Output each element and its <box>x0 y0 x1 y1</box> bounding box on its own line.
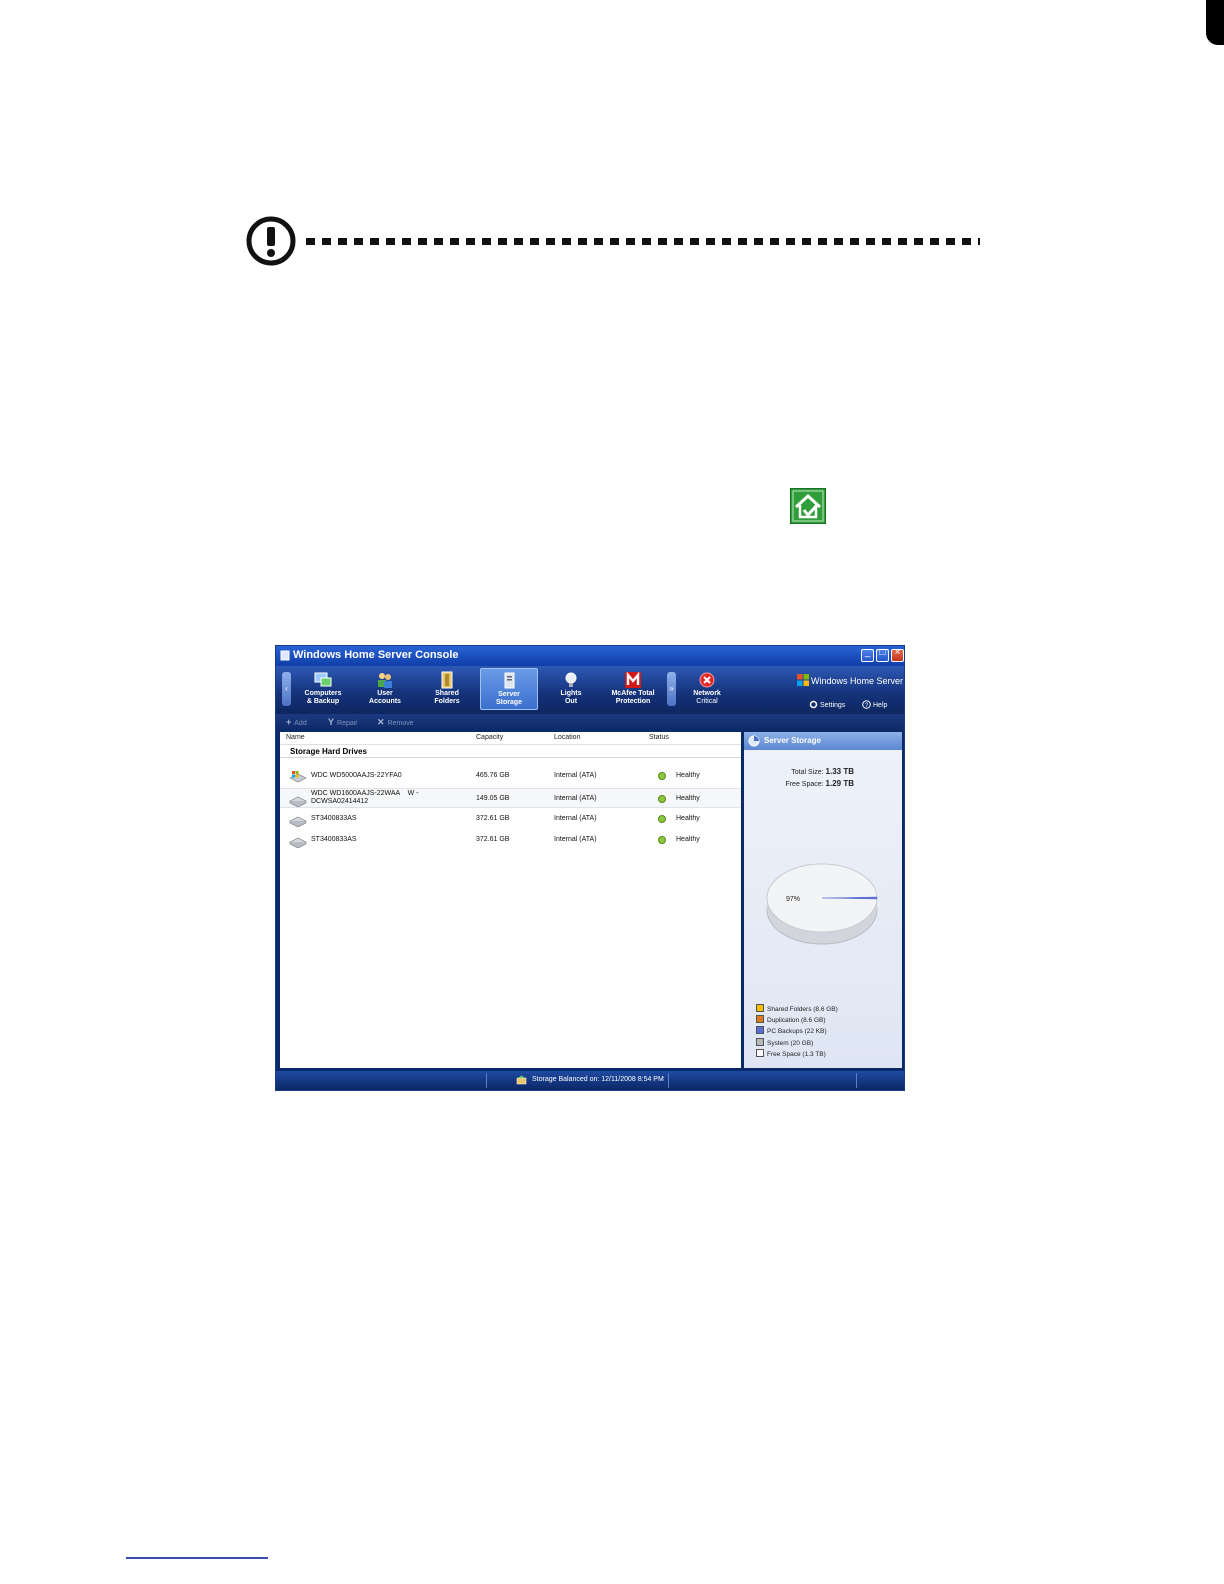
column-status[interactable]: Status <box>649 734 669 741</box>
swatch-system <box>756 1038 764 1046</box>
tab-computers-backup[interactable]: Computers & Backup <box>294 668 352 710</box>
column-name[interactable]: Name <box>286 734 305 741</box>
swatch-backups <box>756 1026 764 1034</box>
window-title: Windows Home Server Console <box>293 649 459 661</box>
home-server-icon <box>790 488 826 524</box>
storage-pie-chart: 97% <box>766 863 878 945</box>
storage-pie-icon <box>748 735 760 747</box>
network-critical-icon <box>699 672 715 688</box>
network-status[interactable]: Network Critical <box>678 668 736 710</box>
help-icon: ? <box>862 700 871 709</box>
gear-icon <box>809 700 818 709</box>
hard-drive-icon <box>289 837 307 848</box>
tab-shared-folders[interactable]: Shared Folders <box>418 668 476 710</box>
plus-icon: + <box>286 717 292 727</box>
legend-item: Shared Folders (8.6 GB) <box>756 1004 838 1013</box>
free-space: Free Space: 1.29 TB <box>785 779 854 788</box>
group-divider <box>280 757 741 758</box>
windows-flag-icon <box>797 674 809 686</box>
hard-drive-icon <box>289 816 307 827</box>
group-title: Storage Hard Drives <box>290 747 367 756</box>
wrench-icon: Y <box>328 717 335 727</box>
drive-list-pane: Name Capacity Location Status Storage Ha… <box>280 732 741 1068</box>
whs-console-window: Windows Home Server Console _ □ × ‹ Comp… <box>275 645 905 1091</box>
remove-button[interactable]: ✕ Remove <box>377 717 414 728</box>
x-icon: ✕ <box>377 717 385 727</box>
table-row[interactable]: ST3400833AS 372.61 GB Internal (ATA) Hea… <box>280 809 741 829</box>
column-header: Name Capacity Location Status <box>280 732 741 745</box>
legend-item: Duplication (8.6 GB) <box>756 1015 826 1024</box>
table-row[interactable]: WDC WD1600AAJS-22WAA W - DCWSA02414412 1… <box>280 788 741 808</box>
minimize-button[interactable]: _ <box>861 647 874 662</box>
server-storage-pane: Server Storage Total Size: 1.33 TB Free … <box>744 732 902 1068</box>
healthy-icon <box>658 836 666 844</box>
legend-item: PC Backups (22 KB) <box>756 1026 827 1035</box>
nav-scroll-right-button[interactable]: » <box>667 672 676 706</box>
swatch-shared <box>756 1004 764 1012</box>
page-edge-tab <box>1206 0 1224 45</box>
healthy-icon <box>658 815 666 823</box>
tab-lights-out[interactable]: Lights Out <box>542 668 600 710</box>
title-bar[interactable]: Windows Home Server Console _ □ × <box>276 646 904 666</box>
swatch-duplication <box>756 1015 764 1023</box>
column-capacity[interactable]: Capacity <box>476 734 503 741</box>
caution-icon <box>246 216 296 266</box>
healthy-icon <box>658 772 666 780</box>
mcafee-icon <box>625 671 641 688</box>
help-link[interactable]: ? Help <box>862 700 887 709</box>
status-text: Storage Balanced on: 12/11/2008 8:54 PM <box>532 1076 664 1083</box>
column-location[interactable]: Location <box>554 734 580 741</box>
repair-button[interactable]: Y Repair <box>328 717 358 727</box>
system-drive-icon <box>289 771 307 783</box>
storage-balanced-icon <box>516 1075 527 1085</box>
caution-divider <box>306 238 980 245</box>
table-row[interactable]: ST3400833AS 372.61 GB Internal (ATA) Hea… <box>280 830 741 850</box>
status-bar: Storage Balanced on: 12/11/2008 8:54 PM <box>276 1071 904 1090</box>
hard-drive-icon <box>289 796 307 807</box>
server-storage-icon <box>504 672 515 689</box>
shared-folders-icon <box>441 671 453 689</box>
add-button[interactable]: + Add <box>286 717 307 727</box>
users-icon <box>378 673 392 688</box>
close-button[interactable]: × <box>891 647 904 662</box>
settings-link[interactable]: Settings <box>809 700 845 709</box>
legend-item: System (20 GB) <box>756 1038 813 1047</box>
legend-item: Free Space (1.3 TB) <box>756 1049 826 1058</box>
app-icon <box>280 650 290 661</box>
nav-bar: ‹ Computers & Backup User Accounts Share… <box>276 666 904 714</box>
brand-logo: Windows Home Server <box>797 674 903 686</box>
pie-label: 97% <box>786 896 800 903</box>
maximize-button[interactable]: □ <box>876 647 889 662</box>
tab-server-storage[interactable]: Server Storage <box>480 668 538 710</box>
total-size: Total Size: 1.33 TB <box>791 767 854 776</box>
tab-mcafee[interactable]: McAfee Total Protection <box>604 668 662 710</box>
table-row[interactable]: WDC WD5000AAJS-22YFA0 465.76 GB Internal… <box>280 766 741 786</box>
swatch-free <box>756 1049 764 1057</box>
computers-icon <box>314 672 332 687</box>
command-bar: + Add Y Repair ✕ Remove <box>276 714 904 730</box>
tab-user-accounts[interactable]: User Accounts <box>356 668 414 710</box>
nav-scroll-left-button[interactable]: ‹ <box>282 672 291 706</box>
healthy-icon <box>658 795 666 803</box>
lightbulb-icon <box>565 672 577 687</box>
footer-link-underline <box>126 1557 268 1559</box>
side-pane-header: Server Storage <box>744 732 902 750</box>
